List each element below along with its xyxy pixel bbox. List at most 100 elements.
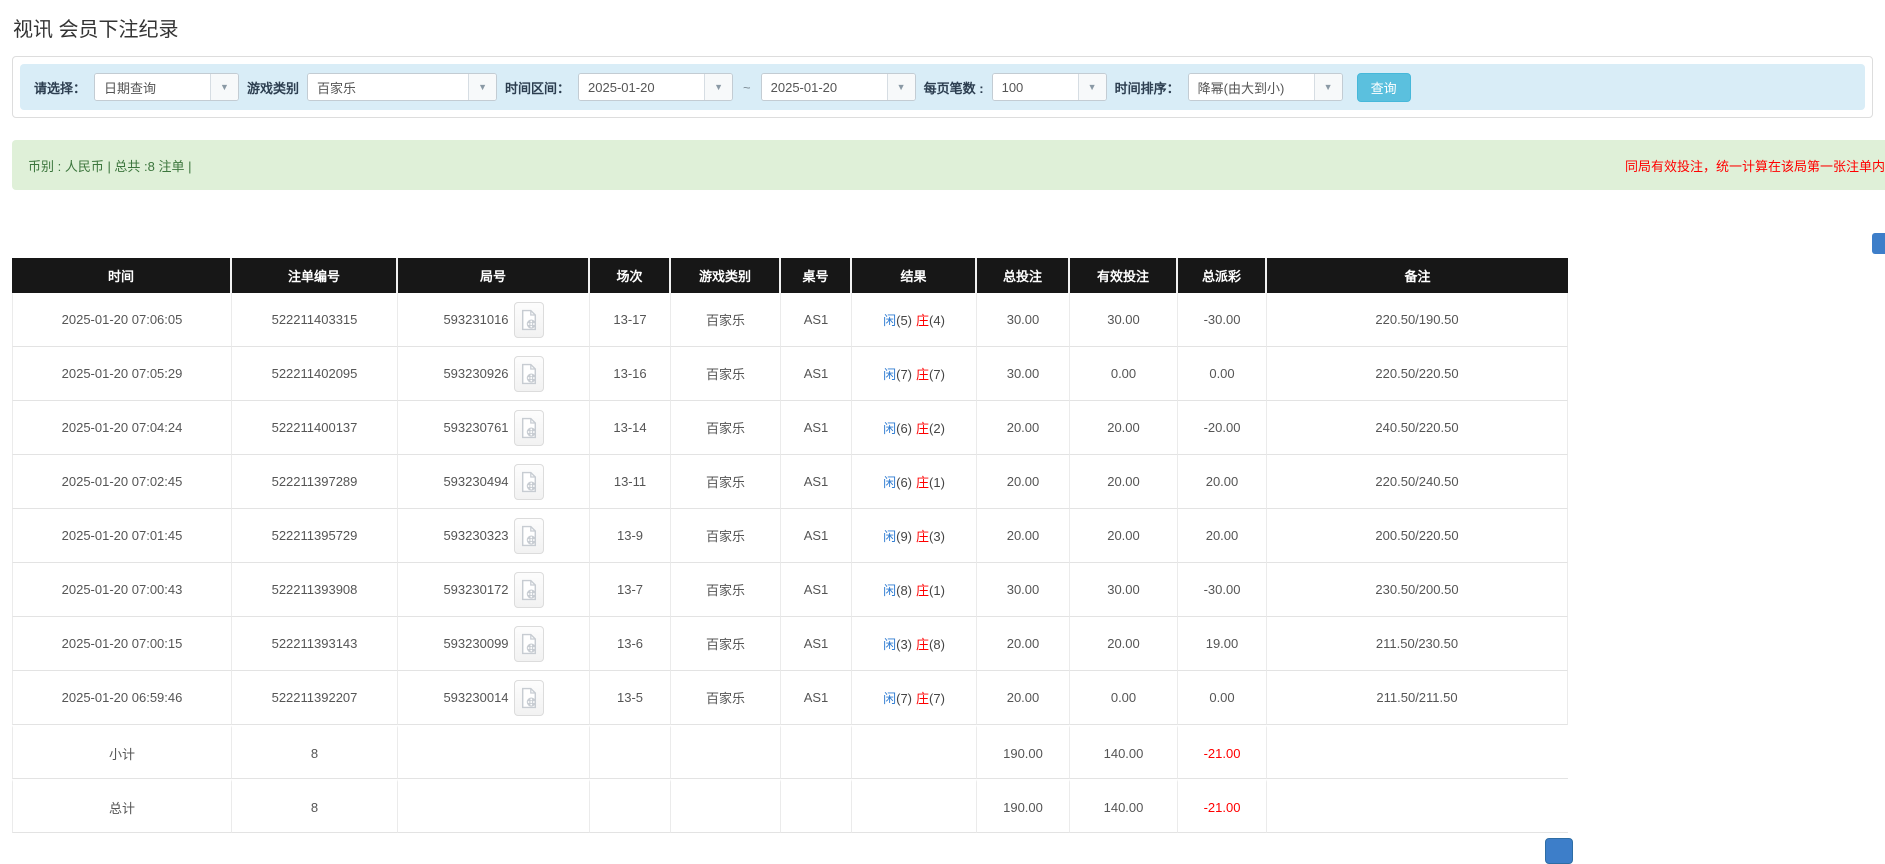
subtotal-total-bet: 190.00: [977, 725, 1070, 779]
total-bet-link[interactable]: 20.00: [977, 455, 1070, 509]
query-button[interactable]: 查询: [1356, 72, 1411, 102]
video-replay-button[interactable]: [513, 355, 544, 392]
chevron-down-icon[interactable]: ▼: [210, 74, 239, 100]
result-player: 闲: [883, 637, 897, 652]
round-cell: 593230323: [398, 509, 590, 563]
sort-order-value: 降幂(由大到小): [1188, 74, 1314, 100]
video-replay-button[interactable]: [513, 301, 544, 338]
total-bet-link[interactable]: 20.00: [977, 671, 1070, 725]
date-to-value: 2025-01-20: [761, 74, 887, 100]
bottom-button-partial[interactable]: [1545, 838, 1573, 864]
chevron-down-icon[interactable]: ▼: [1313, 74, 1342, 100]
table-row: 2025-01-20 07:06:05 522211403315 5932310…: [12, 293, 1568, 347]
table-row: 2025-01-20 07:01:45 522211395729 5932303…: [12, 509, 1568, 563]
remark: 220.50/190.50: [1267, 293, 1568, 347]
valid-bet: 20.00: [1070, 455, 1178, 509]
round-id: 593230494: [443, 474, 509, 489]
sort-order-select[interactable]: 降幂(由大到小) ▼: [1187, 73, 1343, 101]
payout: 19.00: [1178, 617, 1267, 671]
round-id: 593230761: [443, 420, 509, 435]
video-record-icon: [520, 633, 538, 655]
date-to-select[interactable]: 2025-01-20 ▼: [760, 73, 916, 101]
result-banker: 庄: [916, 421, 930, 436]
total-bet-link[interactable]: 20.00: [977, 401, 1070, 455]
sort-order-label: 时间排序：: [1114, 80, 1180, 96]
total-bet-link[interactable]: 30.00: [977, 293, 1070, 347]
result-player-score: (8): [896, 583, 912, 598]
result-player: 闲: [883, 583, 897, 598]
total-bet-link[interactable]: 30.00: [977, 347, 1070, 401]
query-type-select[interactable]: 日期查询 ▼: [94, 73, 240, 101]
round-cell: 593230099: [398, 617, 590, 671]
session: 13-17: [590, 293, 671, 347]
table-no: AS1: [781, 671, 852, 725]
bet-time: 2025-01-20 07:04:24: [12, 401, 232, 455]
chevron-down-icon[interactable]: ▼: [886, 74, 915, 100]
result-banker-score: (3): [929, 529, 945, 544]
result-banker-score: (8): [929, 637, 945, 652]
total-bet-link[interactable]: 30.00: [977, 563, 1070, 617]
valid-bet: 20.00: [1070, 617, 1178, 671]
session: 13-7: [590, 563, 671, 617]
remark: 240.50/220.50: [1267, 401, 1568, 455]
bet-id: 522211397289: [232, 455, 398, 509]
video-record-icon: [520, 579, 538, 601]
video-replay-button[interactable]: [513, 517, 544, 554]
total-bet-link[interactable]: 20.00: [977, 617, 1070, 671]
result-banker-score: (7): [929, 367, 945, 382]
table-no: AS1: [781, 617, 852, 671]
table-no: AS1: [781, 509, 852, 563]
bet-time: 2025-01-20 07:01:45: [12, 509, 232, 563]
video-replay-button[interactable]: [513, 625, 544, 662]
page-size-select[interactable]: 100 ▼: [991, 73, 1107, 101]
chevron-down-icon[interactable]: ▼: [1077, 74, 1106, 100]
game-type-select[interactable]: 百家乐 ▼: [307, 73, 498, 101]
session: 13-14: [590, 401, 671, 455]
subtotal-payout: -21.00: [1178, 725, 1267, 779]
valid-bet: 30.00: [1070, 293, 1178, 347]
round-id: 593230926: [443, 366, 509, 381]
game-type-label: 游戏类别: [247, 80, 300, 96]
date-from-select[interactable]: 2025-01-20 ▼: [578, 73, 734, 101]
payout: 20.00: [1178, 509, 1267, 563]
edge-tab-button-partial[interactable]: [1872, 233, 1885, 254]
remark: 211.50/211.50: [1267, 671, 1568, 725]
result-player: 闲: [883, 421, 897, 436]
result-banker: 庄: [916, 529, 930, 544]
round-id: 593230014: [443, 690, 509, 705]
total-bet-link[interactable]: 20.00: [977, 509, 1070, 563]
result-player: 闲: [883, 475, 897, 490]
game-type: 百家乐: [671, 617, 781, 671]
currency-summary-bar: 币别 : 人民币 | 总共 :8 注单 | 同局有效投注，统一计算在该局第一张注…: [12, 140, 1885, 190]
result-player: 闲: [883, 367, 897, 382]
video-replay-button[interactable]: [513, 679, 544, 716]
result-banker-score: (1): [929, 475, 945, 490]
round-id: 593230172: [443, 582, 509, 597]
payout: -20.00: [1178, 401, 1267, 455]
bet-id: 522211392207: [232, 671, 398, 725]
range-separator: ~: [743, 79, 751, 95]
table-row: 2025-01-20 07:00:15 522211393143 5932300…: [12, 617, 1568, 671]
video-replay-button[interactable]: [513, 463, 544, 500]
bet-id: 522211393143: [232, 617, 398, 671]
game-type: 百家乐: [671, 347, 781, 401]
chevron-down-icon[interactable]: ▼: [468, 74, 497, 100]
result-player: 闲: [883, 529, 897, 544]
table-summary: 小计 8 190.00 140.00 -21.00 总计 8 190.00 14…: [12, 725, 1568, 833]
round-id: 593230099: [443, 636, 509, 651]
total-count: 8: [232, 779, 398, 833]
table-no: AS1: [781, 293, 852, 347]
chevron-down-icon[interactable]: ▼: [704, 74, 733, 100]
filter-panel: 请选择： 日期查询 ▼ 游戏类别 百家乐 ▼ 时间区间： 2025-01-20 …: [12, 56, 1873, 118]
video-replay-button[interactable]: [513, 571, 544, 608]
video-record-icon: [520, 309, 538, 331]
table-no: AS1: [781, 347, 852, 401]
result-cell: 闲(8) 庄(1): [852, 563, 977, 617]
result-banker: 庄: [916, 583, 930, 598]
result-banker-score: (1): [929, 583, 945, 598]
query-type-value: 日期查询: [95, 74, 211, 100]
valid-bet: 30.00: [1070, 563, 1178, 617]
video-replay-button[interactable]: [513, 409, 544, 446]
currency-total-text: 币别 : 人民币 | 总共 :8 注单 |: [28, 158, 192, 174]
col-bet-id: 注单编号: [232, 258, 398, 293]
